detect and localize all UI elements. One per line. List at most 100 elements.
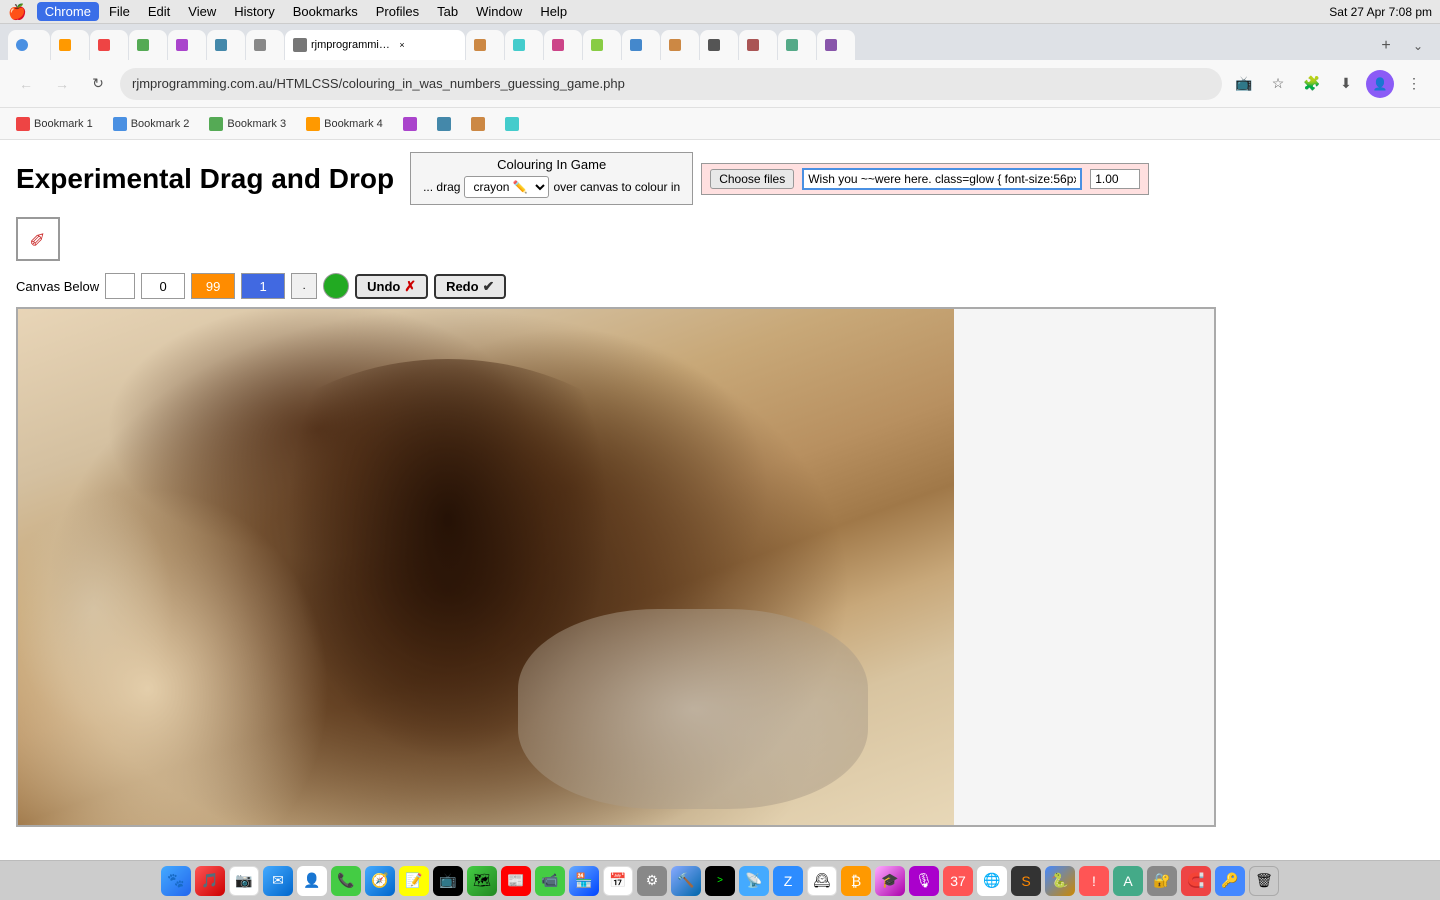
dock-xcode2[interactable]: 🎓	[875, 866, 905, 896]
dock-terminal[interactable]: >	[705, 866, 735, 896]
apple-menu[interactable]: 🍎	[8, 3, 27, 21]
dock-filezilla[interactable]: 📡	[739, 866, 769, 896]
dot-button[interactable]: .	[291, 273, 317, 299]
dock-finder[interactable]: 🐾	[161, 866, 191, 896]
tab-active[interactable]: rjmprogramming.c… ×	[285, 30, 465, 60]
tab-menu-button[interactable]: ⌄	[1404, 32, 1432, 60]
dock-cals[interactable]: 37	[943, 866, 973, 896]
choose-files-button[interactable]: Choose files	[710, 169, 794, 189]
dock-affinity[interactable]: A	[1113, 866, 1143, 896]
menu-bookmarks[interactable]: Bookmarks	[285, 2, 366, 21]
tab-10[interactable]	[505, 30, 543, 60]
redo-label: Redo	[446, 279, 479, 294]
tab-17[interactable]	[778, 30, 816, 60]
tab-18[interactable]	[817, 30, 855, 60]
tab-11[interactable]	[544, 30, 582, 60]
menu-view[interactable]: View	[180, 2, 224, 21]
bookmark-5[interactable]	[395, 115, 425, 133]
menu-window[interactable]: Window	[468, 2, 530, 21]
dock-magnet[interactable]: 🧲	[1181, 866, 1211, 896]
menu-edit[interactable]: Edit	[140, 2, 178, 21]
cast-icon[interactable]: 📺	[1230, 70, 1258, 98]
bookmark-6[interactable]	[429, 115, 459, 133]
input-1[interactable]	[241, 273, 285, 299]
tab-2[interactable]	[51, 30, 89, 60]
dock-music[interactable]: 🎵	[195, 866, 225, 896]
extension-icon[interactable]: 🧩	[1298, 70, 1326, 98]
tool-select[interactable]: crayon ✏️ brush eraser pen	[464, 176, 549, 198]
profile-icon[interactable]: 👤	[1366, 70, 1394, 98]
dock-unknown1[interactable]: !	[1079, 866, 1109, 896]
green-circle-button[interactable]	[323, 273, 349, 299]
bookmark-7[interactable]	[463, 115, 493, 133]
dock-trash[interactable]: 🗑	[1249, 866, 1279, 896]
menu-history[interactable]: History	[226, 2, 282, 21]
dock-bitcoin[interactable]: ₿	[841, 866, 871, 896]
dock-chrome[interactable]: 🌐	[977, 866, 1007, 896]
tab-14[interactable]	[661, 30, 699, 60]
address-input[interactable]	[120, 68, 1222, 100]
dock-podcast[interactable]: 🎙	[909, 866, 939, 896]
menu-file[interactable]: File	[101, 2, 138, 21]
tab-5[interactable]	[168, 30, 206, 60]
dock-settings[interactable]: ⚙	[637, 866, 667, 896]
tab-16[interactable]	[739, 30, 777, 60]
dock-safari[interactable]: 🧭	[365, 866, 395, 896]
tab-15[interactable]	[700, 30, 738, 60]
new-tab-button[interactable]: +	[1372, 32, 1400, 60]
redo-button[interactable]: Redo ✔	[434, 274, 506, 299]
dock-contacts[interactable]: 👤	[297, 866, 327, 896]
dock-zoom[interactable]: Z	[773, 866, 803, 896]
input-zero[interactable]	[141, 273, 185, 299]
bookmark-3[interactable]: Bookmark 3	[201, 115, 294, 133]
tab-13[interactable]	[622, 30, 660, 60]
menu-tab[interactable]: Tab	[429, 2, 466, 21]
menu-profiles[interactable]: Profiles	[368, 2, 427, 21]
dock-phone[interactable]: 📞	[331, 866, 361, 896]
tab-1[interactable]	[8, 30, 50, 60]
bookmark-2[interactable]: Bookmark 2	[105, 115, 198, 133]
bookmark-4[interactable]: Bookmark 4	[298, 115, 391, 133]
dock-mail[interactable]: ✉	[263, 866, 293, 896]
dock-facetime[interactable]: 📹	[535, 866, 565, 896]
reload-button[interactable]: ↻	[84, 70, 112, 98]
menu-help[interactable]: Help	[532, 2, 575, 21]
dock-1password[interactable]: 🔑	[1215, 866, 1245, 896]
forward-button[interactable]: →	[48, 70, 76, 98]
tab-active-close[interactable]: ×	[395, 38, 409, 52]
dock-news[interactable]: 📰	[501, 866, 531, 896]
text-input[interactable]	[802, 168, 1082, 190]
tab-2-favicon	[59, 39, 71, 51]
tab-7[interactable]	[246, 30, 284, 60]
bookmark-1[interactable]: Bookmark 1	[8, 115, 101, 133]
dock-xcode[interactable]: 🔨	[671, 866, 701, 896]
dock-maps[interactable]: 🗺	[467, 866, 497, 896]
tab-12[interactable]	[583, 30, 621, 60]
dock-photos[interactable]: 📷	[229, 866, 259, 896]
dock-python[interactable]: 🐍	[1045, 866, 1075, 896]
pencil-tool-box[interactable]: ✏	[16, 217, 60, 261]
input-99[interactable]	[191, 273, 235, 299]
tab-5-favicon	[176, 39, 188, 51]
tab-9[interactable]	[466, 30, 504, 60]
tab-4[interactable]	[129, 30, 167, 60]
dock-appstore[interactable]: 🏪	[569, 866, 599, 896]
undo-button[interactable]: Undo ✗	[355, 274, 428, 299]
download-icon[interactable]: ⬇	[1332, 70, 1360, 98]
tab-6[interactable]	[207, 30, 245, 60]
color-picker-white[interactable]	[105, 273, 135, 299]
number-input[interactable]	[1090, 169, 1140, 189]
dock-clock[interactable]: 🕰	[807, 866, 837, 896]
dock-calendar[interactable]: 📅	[603, 866, 633, 896]
menu-dots-icon[interactable]: ⋮	[1400, 70, 1428, 98]
bookmark-star-icon[interactable]: ☆	[1264, 70, 1292, 98]
dock-sublimetext[interactable]: S	[1011, 866, 1041, 896]
menu-chrome[interactable]: Chrome	[37, 2, 99, 21]
back-button[interactable]: ←	[12, 70, 40, 98]
dock-cyber[interactable]: 🔐	[1147, 866, 1177, 896]
dock-notes[interactable]: 📝	[399, 866, 429, 896]
bookmark-8[interactable]	[497, 115, 527, 133]
tab-3[interactable]	[90, 30, 128, 60]
canvas-area[interactable]	[16, 307, 1216, 827]
dock-tv[interactable]: 📺	[433, 866, 463, 896]
